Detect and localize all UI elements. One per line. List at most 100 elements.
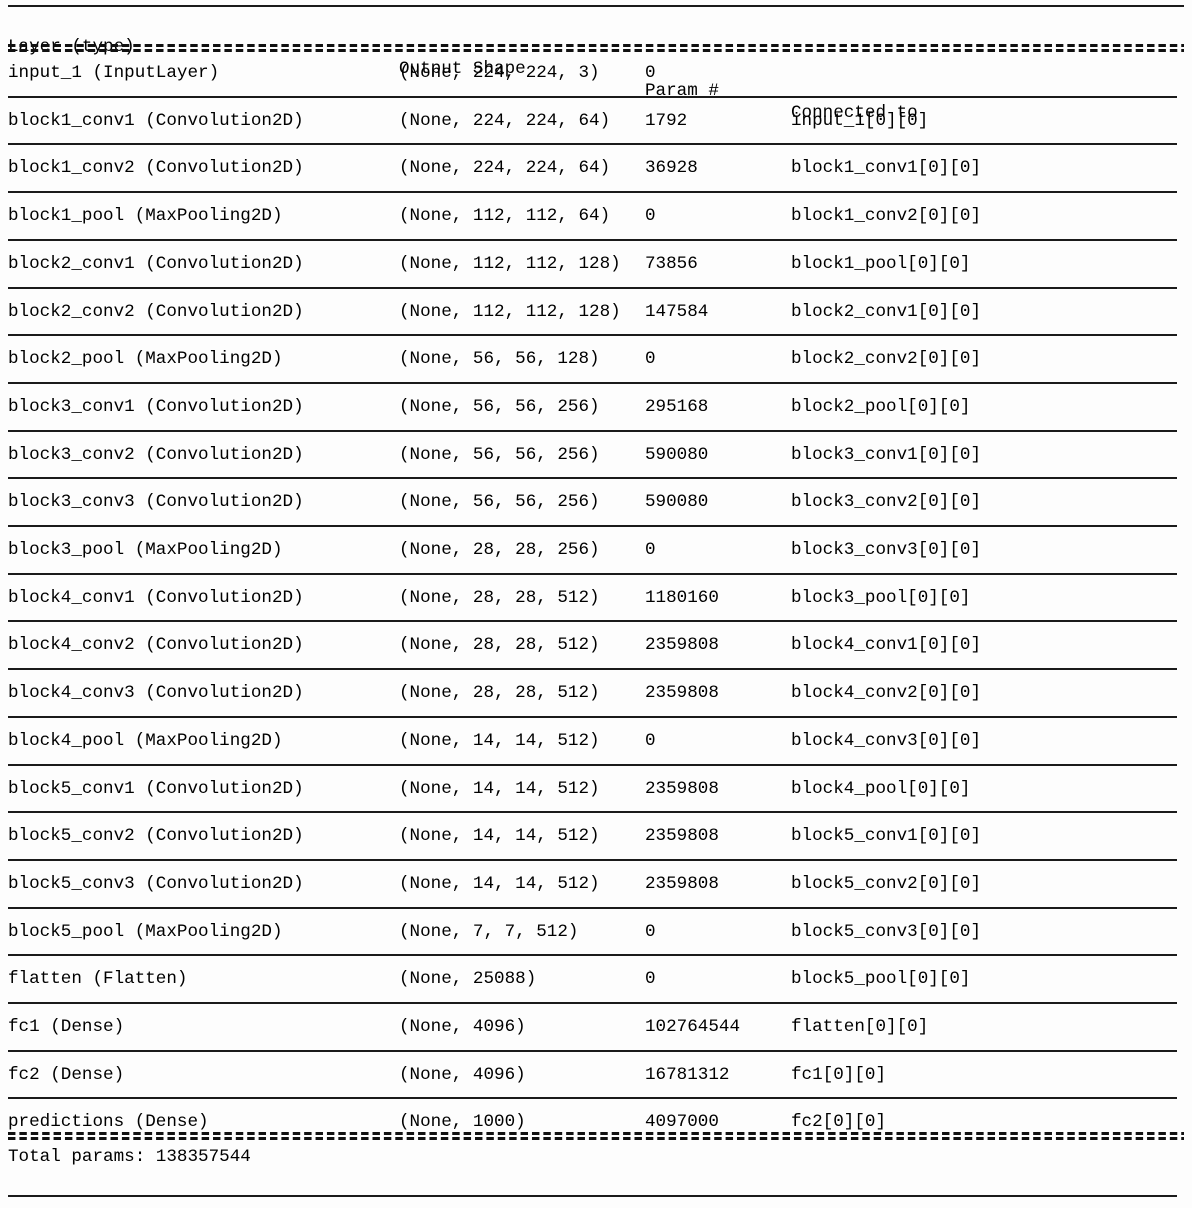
row-divider [8, 191, 1177, 194]
row-divider [8, 477, 1177, 480]
cell-layer-name: block5_conv3 (Convolution2D) [8, 873, 304, 894]
cell-layer-name: block4_conv2 (Convolution2D) [8, 635, 304, 656]
cell-connected-to: input_1[0][0] [791, 110, 929, 131]
cell-layer-name: block2_pool (MaxPooling2D) [8, 349, 283, 370]
table-row: block1_conv2 (Convolution2D) (None, 224, … [0, 157, 1192, 179]
cell-param-count: 0 [645, 349, 656, 370]
cell-layer-name: input_1 (InputLayer) [8, 63, 220, 83]
cell-param-count: 2359808 [645, 635, 719, 656]
cell-param-count: 1792 [645, 110, 688, 131]
cell-output-shape: (None, 224, 224, 64) [399, 110, 611, 131]
table-row: block3_conv1 (Convolution2D) (None, 56, 5… [0, 396, 1192, 418]
cell-layer-name: block5_pool (MaxPooling2D) [8, 921, 283, 942]
cell-layer-name: block2_conv1 (Convolution2D) [8, 253, 304, 274]
table-row: block3_conv3 (Convolution2D) (None, 56, 5… [0, 491, 1192, 513]
bottom-divider [8, 1195, 1177, 1197]
row-divider [8, 763, 1177, 766]
table-row: block3_conv2 (Convolution2D) (None, 56, 5… [0, 444, 1192, 466]
table-row: block2_conv1 (Convolution2D) (None, 112, … [0, 253, 1192, 275]
cell-param-count: 590080 [645, 444, 709, 465]
model-summary: Layer (type) Output Shape Param # Connec… [0, 0, 1192, 1208]
table-row: fc2 (Dense) (None, 4096) 16781312 fc1[0][0] [0, 1064, 1192, 1086]
table-row: block4_conv2 (Convolution2D) (None, 28, 2… [0, 634, 1192, 656]
row-divider [8, 525, 1177, 527]
cell-connected-to: block5_pool[0][0] [791, 969, 971, 990]
cell-output-shape: (None, 112, 112, 128) [399, 253, 621, 274]
header-equals-separator [8, 43, 1184, 52]
cell-layer-name: block4_conv1 (Convolution2D) [8, 587, 304, 608]
cell-output-shape: (None, 224, 224, 64) [399, 158, 611, 179]
cell-param-count: 295168 [645, 396, 709, 417]
cell-layer-name: block3_conv2 (Convolution2D) [8, 444, 304, 465]
table-row: block4_conv3 (Convolution2D) (None, 28, 2… [0, 682, 1192, 704]
row-divider [8, 906, 1177, 909]
cell-param-count: 0 [645, 730, 656, 751]
table-row: block3_pool (MaxPooling2D) (None, 28, 28,… [0, 539, 1192, 561]
cell-connected-to: block4_conv3[0][0] [791, 730, 982, 751]
row-divider [8, 334, 1177, 337]
table-row: block4_conv1 (Convolution2D) (None, 28, 2… [0, 587, 1192, 609]
cell-connected-to: block2_conv2[0][0] [791, 349, 982, 370]
row-divider [8, 572, 1177, 575]
cell-output-shape: (None, 25088) [399, 969, 537, 990]
cell-connected-to: block2_pool[0][0] [791, 396, 971, 417]
cell-layer-name: block4_conv3 (Convolution2D) [8, 683, 304, 704]
footer-equals-separator [8, 1131, 1184, 1140]
table-row: block1_conv1 (Convolution2D) (None, 224, … [0, 110, 1192, 132]
table-row: block5_conv3 (Convolution2D) (None, 14, 1… [0, 873, 1192, 895]
table-row: flatten (Flatten) (None, 25088) 0 block5_po… [0, 968, 1192, 990]
cell-connected-to: block4_conv1[0][0] [791, 635, 982, 656]
cell-param-count: 0 [645, 63, 656, 83]
cell-param-count: 73856 [645, 253, 698, 274]
cell-layer-name: block3_conv3 (Convolution2D) [8, 492, 304, 513]
cell-output-shape: (None, 28, 28, 256) [399, 540, 600, 560]
cell-output-shape: (None, 14, 14, 512) [399, 826, 600, 847]
row-divider [8, 143, 1177, 146]
row-divider [8, 381, 1177, 384]
row-divider [8, 95, 1177, 98]
cell-param-count: 2359808 [645, 873, 719, 894]
total-params-label: Total params: 138357544 [8, 1147, 251, 1167]
table-row: block5_conv1 (Convolution2D) (None, 14, 1… [0, 778, 1192, 800]
cell-connected-to: block1_conv2[0][0] [791, 206, 982, 227]
cell-param-count: 147584 [645, 301, 709, 322]
cell-connected-to: flatten[0][0] [791, 1017, 929, 1037]
cell-param-count: 0 [645, 921, 656, 942]
cell-param-count: 1180160 [645, 587, 719, 608]
cell-param-count: 0 [645, 969, 656, 990]
cell-param-count: 102764544 [645, 1017, 741, 1037]
cell-output-shape: (None, 56, 56, 256) [399, 492, 600, 513]
cell-layer-name: block5_conv2 (Convolution2D) [8, 826, 304, 847]
cell-output-shape: (None, 4096) [399, 1017, 526, 1037]
row-divider [8, 286, 1177, 289]
table-row: block5_conv2 (Convolution2D) (None, 14, 1… [0, 825, 1192, 847]
cell-output-shape: (None, 56, 56, 128) [399, 349, 600, 370]
row-divider [8, 238, 1177, 241]
cell-param-count: 0 [645, 206, 656, 227]
cell-output-shape: (None, 56, 56, 256) [399, 444, 600, 465]
cell-output-shape: (None, 224, 224, 3) [399, 63, 600, 83]
cell-param-count: 0 [645, 540, 656, 560]
cell-output-shape: (None, 28, 28, 512) [399, 635, 600, 656]
cell-layer-name: block4_pool (MaxPooling2D) [8, 730, 283, 751]
cell-connected-to: block5_conv1[0][0] [791, 826, 982, 847]
cell-output-shape: (None, 28, 28, 512) [399, 683, 600, 704]
cell-connected-to: block1_conv1[0][0] [791, 158, 982, 179]
cell-layer-name: block5_conv1 (Convolution2D) [8, 778, 304, 799]
cell-layer-name: block3_pool (MaxPooling2D) [8, 540, 283, 560]
cell-connected-to: block4_pool[0][0] [791, 778, 971, 799]
cell-connected-to: block5_conv3[0][0] [791, 921, 982, 942]
cell-connected-to: block3_conv1[0][0] [791, 444, 982, 465]
top-divider [8, 5, 1184, 7]
table-row: input_1 (InputLayer) (None, 224, 224, 3) 0 [0, 62, 1192, 84]
table-row: block1_pool (MaxPooling2D) (None, 112, 11… [0, 205, 1192, 227]
cell-layer-name: block1_pool (MaxPooling2D) [8, 206, 283, 227]
cell-output-shape: (None, 14, 14, 512) [399, 730, 600, 751]
cell-output-shape: (None, 7, 7, 512) [399, 921, 579, 942]
cell-connected-to: block3_conv2[0][0] [791, 492, 982, 513]
cell-connected-to: block4_conv2[0][0] [791, 683, 982, 704]
cell-param-count: 2359808 [645, 778, 719, 799]
row-divider [8, 429, 1177, 432]
table-row: block2_pool (MaxPooling2D) (None, 56, 56,… [0, 348, 1192, 370]
row-divider [8, 811, 1177, 814]
